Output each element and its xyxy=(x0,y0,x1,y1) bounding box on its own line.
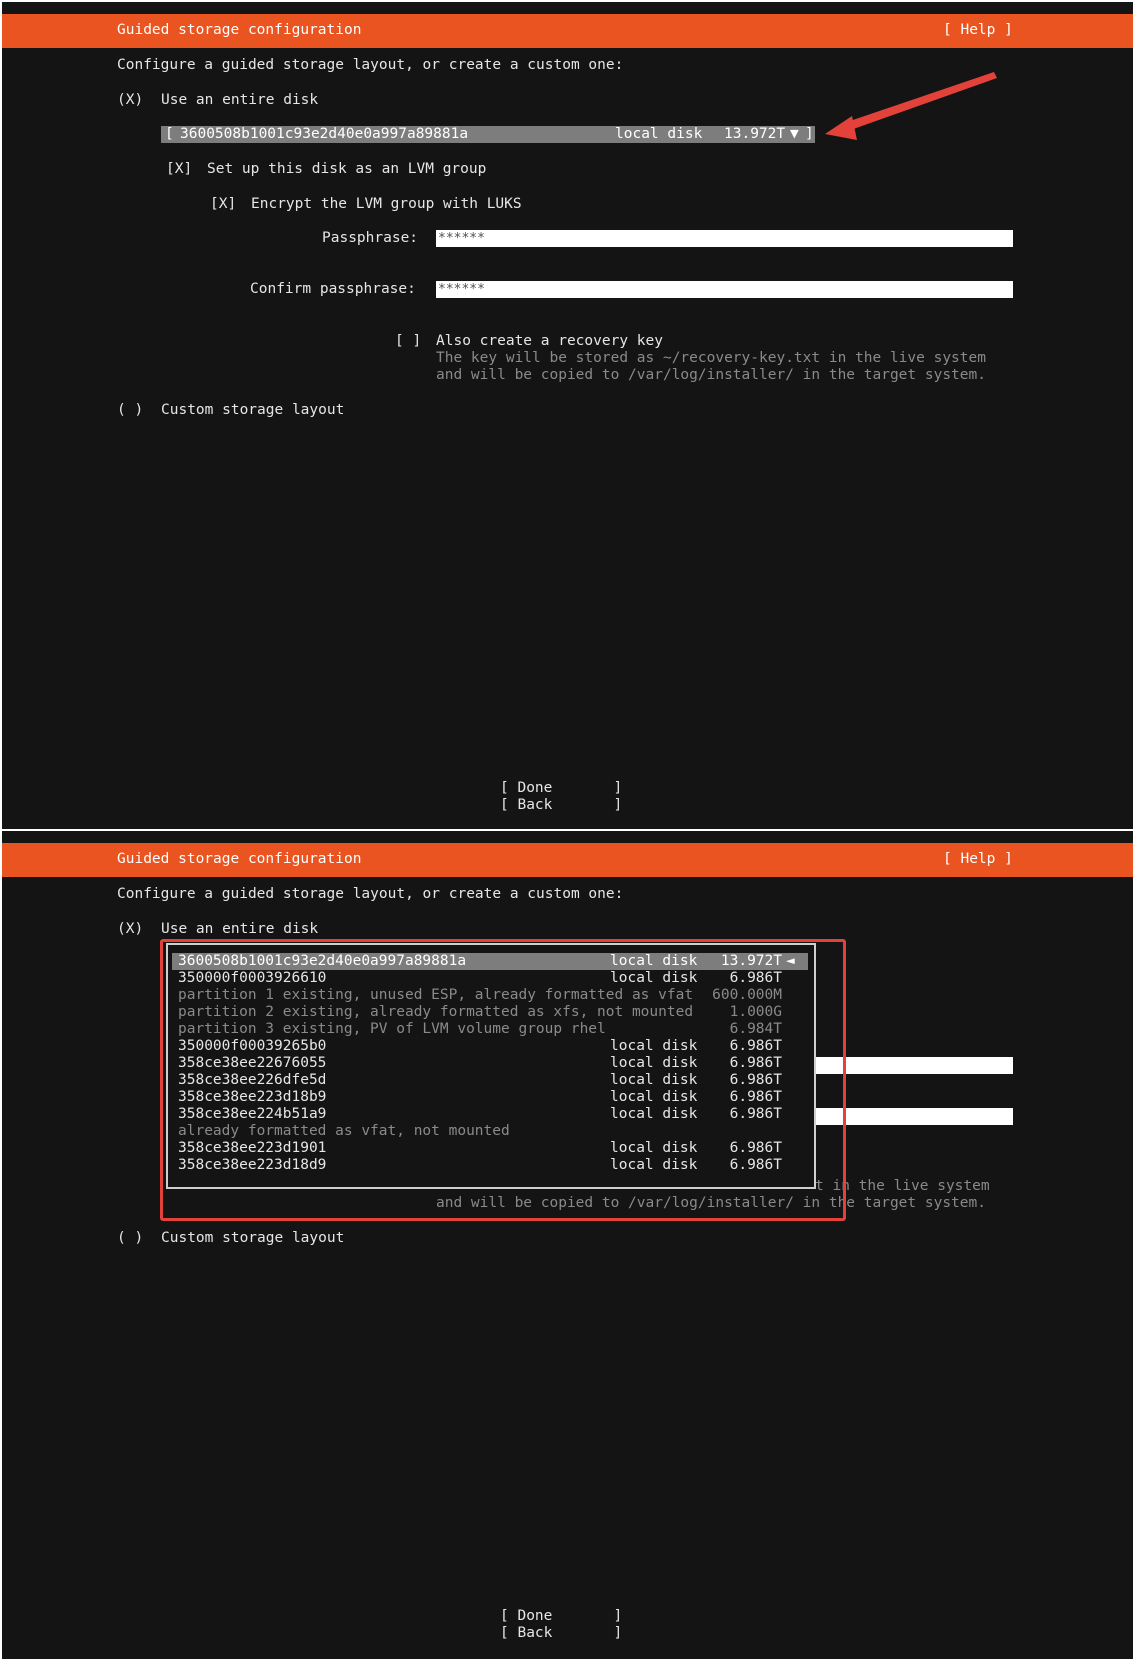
title-bar: Guided storage configuration [ Help ] xyxy=(2,843,1133,877)
intro-text: Configure a guided storage layout, or cr… xyxy=(117,886,624,902)
red-highlight-box-annotation xyxy=(160,939,846,1221)
use-entire-disk-radio[interactable]: (X) xyxy=(117,921,143,938)
custom-layout-label: Custom storage layout xyxy=(161,1230,345,1246)
back-button[interactable]: [ Back ] xyxy=(500,1625,622,1642)
done-button[interactable]: [ Done ] xyxy=(500,1608,622,1625)
custom-layout-radio[interactable]: ( ) xyxy=(117,1230,143,1247)
red-arrow-annotation-icon xyxy=(825,72,997,140)
page-title: Guided storage configuration xyxy=(117,851,362,867)
help-button[interactable]: [ Help ] xyxy=(943,851,1013,868)
use-entire-disk-label: Use an entire disk xyxy=(161,921,319,937)
installer-screen-2: Guided storage configuration [ Help ] Co… xyxy=(2,831,1133,1659)
installer-screen-1: Guided storage configuration [ Help ] Co… xyxy=(2,2,1133,829)
